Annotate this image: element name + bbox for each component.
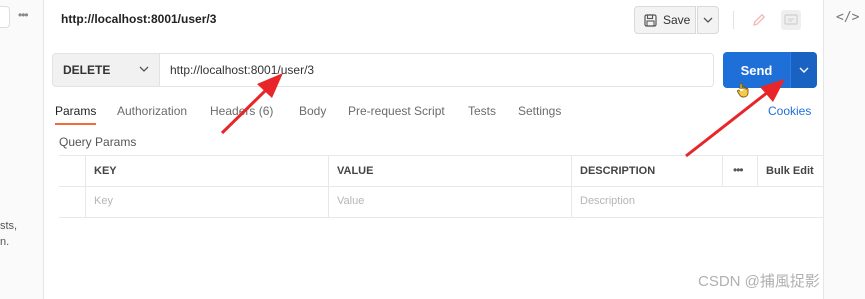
postman-request-view: ••• sts, n. </> http://localhost:8001/us… [0, 0, 865, 299]
annotation-arrowhead-send [760, 79, 785, 102]
annotation-arrow-url [220, 88, 268, 135]
annotation-arrow-send [685, 90, 769, 158]
annotation-arrows [220, 73, 785, 158]
watermark: CSDN @捕風捉影 [698, 273, 820, 290]
